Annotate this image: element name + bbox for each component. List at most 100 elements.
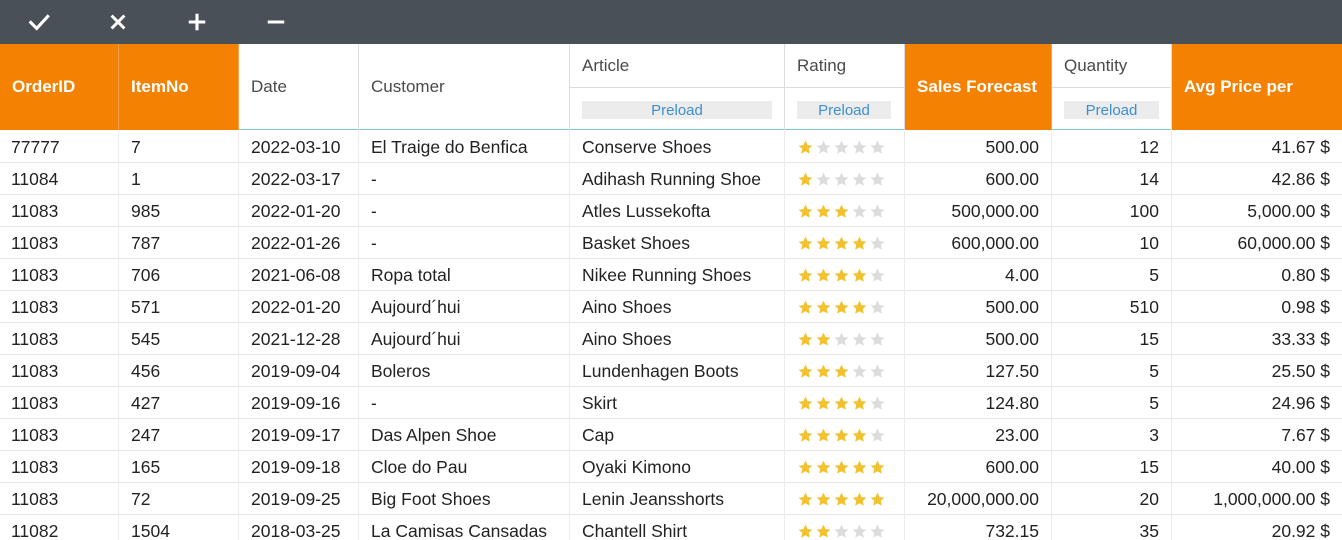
order-id-cell[interactable]: 11083 [0, 259, 119, 291]
rating-cell[interactable] [785, 131, 905, 163]
sales-forecast-cell[interactable]: 500.00 [905, 131, 1052, 163]
quantity-cell[interactable]: 15 [1052, 451, 1172, 483]
item-no-cell[interactable]: 571 [119, 291, 239, 323]
article-cell[interactable]: Adihash Running Shoe [570, 163, 785, 195]
quantity-cell[interactable]: 12 [1052, 131, 1172, 163]
item-no-cell[interactable]: 706 [119, 259, 239, 291]
column-header-item-no[interactable]: ItemNo [119, 44, 239, 130]
date-cell[interactable]: 2019-09-04 [239, 355, 359, 387]
date-cell[interactable]: 2019-09-16 [239, 387, 359, 419]
quantity-cell[interactable]: 3 [1052, 419, 1172, 451]
table-row[interactable]: 11083 545 2021-12-28 Aujourd´hui Aino Shoes 5… [0, 323, 1342, 355]
avg-price-cell[interactable]: 42.86 $ [1172, 163, 1342, 195]
rating-cell[interactable] [785, 515, 905, 540]
table-row[interactable]: 11083 456 2019-09-04 Boleros Lundenhagen Boo… [0, 355, 1342, 387]
customer-cell[interactable]: Ropa total [359, 259, 570, 291]
remove-button[interactable] [237, 0, 315, 44]
rating-preload-button[interactable]: Preload [797, 101, 891, 119]
avg-price-cell[interactable]: 33.33 $ [1172, 323, 1342, 355]
order-id-cell[interactable]: 77777 [0, 131, 119, 163]
date-cell[interactable]: 2022-01-20 [239, 195, 359, 227]
quantity-cell[interactable]: 5 [1052, 355, 1172, 387]
sales-forecast-cell[interactable]: 500.00 [905, 291, 1052, 323]
quantity-cell[interactable]: 15 [1052, 323, 1172, 355]
avg-price-cell[interactable]: 41.67 $ [1172, 131, 1342, 163]
avg-price-cell[interactable]: 24.96 $ [1172, 387, 1342, 419]
article-cell[interactable]: Atles Lussekofta [570, 195, 785, 227]
item-no-cell[interactable]: 72 [119, 483, 239, 515]
article-preload-button[interactable]: Preload [582, 101, 772, 119]
column-header-quantity[interactable]: Quantity Preload [1052, 44, 1172, 130]
date-cell[interactable]: 2022-03-10 [239, 131, 359, 163]
table-row[interactable]: 11083 247 2019-09-17 Das Alpen Shoe Cap 23.00… [0, 419, 1342, 451]
item-no-cell[interactable]: 427 [119, 387, 239, 419]
rating-cell[interactable] [785, 291, 905, 323]
table-row[interactable]: 77777 7 2022-03-10 El Traige do Benfica Cons… [0, 131, 1342, 163]
column-header-order-id[interactable]: OrderID [0, 44, 119, 130]
rating-cell[interactable] [785, 195, 905, 227]
date-cell[interactable]: 2019-09-25 [239, 483, 359, 515]
order-id-cell[interactable]: 11083 [0, 227, 119, 259]
date-cell[interactable]: 2022-03-17 [239, 163, 359, 195]
customer-cell[interactable]: La Camisas Cansadas [359, 515, 570, 540]
avg-price-cell[interactable]: 5,000.00 $ [1172, 195, 1342, 227]
date-cell[interactable]: 2018-03-25 [239, 515, 359, 540]
quantity-cell[interactable]: 35 [1052, 515, 1172, 540]
quantity-cell[interactable]: 10 [1052, 227, 1172, 259]
cancel-button[interactable] [79, 0, 157, 44]
column-header-date[interactable]: Date [239, 44, 359, 130]
customer-cell[interactable]: Boleros [359, 355, 570, 387]
column-header-sales-forecast[interactable]: Sales Forecast [905, 44, 1052, 130]
column-header-customer[interactable]: Customer [359, 44, 570, 130]
quantity-cell[interactable]: 20 [1052, 483, 1172, 515]
item-no-cell[interactable]: 165 [119, 451, 239, 483]
avg-price-cell[interactable]: 1,000,000.00 $ [1172, 483, 1342, 515]
item-no-cell[interactable]: 1 [119, 163, 239, 195]
avg-price-cell[interactable]: 40.00 $ [1172, 451, 1342, 483]
sales-forecast-cell[interactable]: 4.00 [905, 259, 1052, 291]
table-row[interactable]: 11083 985 2022-01-20- Atles Lussekofta 500,0… [0, 195, 1342, 227]
article-cell[interactable]: Aino Shoes [570, 291, 785, 323]
table-row[interactable]: 11083 787 2022-01-26- Basket Shoes 600,000.0… [0, 227, 1342, 259]
customer-cell[interactable]: Das Alpen Shoe [359, 419, 570, 451]
article-cell[interactable]: Oyaki Kimono [570, 451, 785, 483]
table-row[interactable]: 11083 571 2022-01-20 Aujourd´hui Aino Shoes 5… [0, 291, 1342, 323]
date-cell[interactable]: 2022-01-20 [239, 291, 359, 323]
order-id-cell[interactable]: 11084 [0, 163, 119, 195]
avg-price-cell[interactable]: 20.92 $ [1172, 515, 1342, 540]
item-no-cell[interactable]: 247 [119, 419, 239, 451]
quantity-cell[interactable]: 5 [1052, 387, 1172, 419]
rating-cell[interactable] [785, 419, 905, 451]
date-cell[interactable]: 2022-01-26 [239, 227, 359, 259]
column-header-rating[interactable]: Rating Preload [785, 44, 905, 130]
order-id-cell[interactable]: 11083 [0, 483, 119, 515]
quantity-cell[interactable]: 5 [1052, 259, 1172, 291]
rating-cell[interactable] [785, 227, 905, 259]
table-row[interactable]: 11083 165 2019-09-18 Cloe do Pau Oyaki Kimon… [0, 451, 1342, 483]
date-cell[interactable]: 2019-09-17 [239, 419, 359, 451]
customer-cell[interactable]: - [359, 227, 570, 259]
customer-cell[interactable]: Aujourd´hui [359, 323, 570, 355]
article-cell[interactable]: Aino Shoes [570, 323, 785, 355]
add-button[interactable] [158, 0, 236, 44]
rating-cell[interactable] [785, 163, 905, 195]
article-cell[interactable]: Lundenhagen Boots [570, 355, 785, 387]
item-no-cell[interactable]: 787 [119, 227, 239, 259]
rating-cell[interactable] [785, 483, 905, 515]
table-row[interactable]: 11083 427 2019-09-16- Skirt 124.80 5 24.96 $ [0, 387, 1342, 419]
avg-price-cell[interactable]: 0.98 $ [1172, 291, 1342, 323]
sales-forecast-cell[interactable]: 23.00 [905, 419, 1052, 451]
confirm-button[interactable] [0, 0, 78, 44]
order-id-cell[interactable]: 11083 [0, 355, 119, 387]
sales-forecast-cell[interactable]: 500.00 [905, 323, 1052, 355]
sales-forecast-cell[interactable]: 127.50 [905, 355, 1052, 387]
quantity-cell[interactable]: 100 [1052, 195, 1172, 227]
customer-cell[interactable]: Aujourd´hui [359, 291, 570, 323]
date-cell[interactable]: 2021-06-08 [239, 259, 359, 291]
article-cell[interactable]: Nikee Running Shoes [570, 259, 785, 291]
avg-price-cell[interactable]: 7.67 $ [1172, 419, 1342, 451]
article-cell[interactable]: Skirt [570, 387, 785, 419]
order-id-cell[interactable]: 11083 [0, 195, 119, 227]
table-row[interactable]: 11083 72 2019-09-25 Big Foot Shoes Lenin Jea… [0, 483, 1342, 515]
item-no-cell[interactable]: 985 [119, 195, 239, 227]
